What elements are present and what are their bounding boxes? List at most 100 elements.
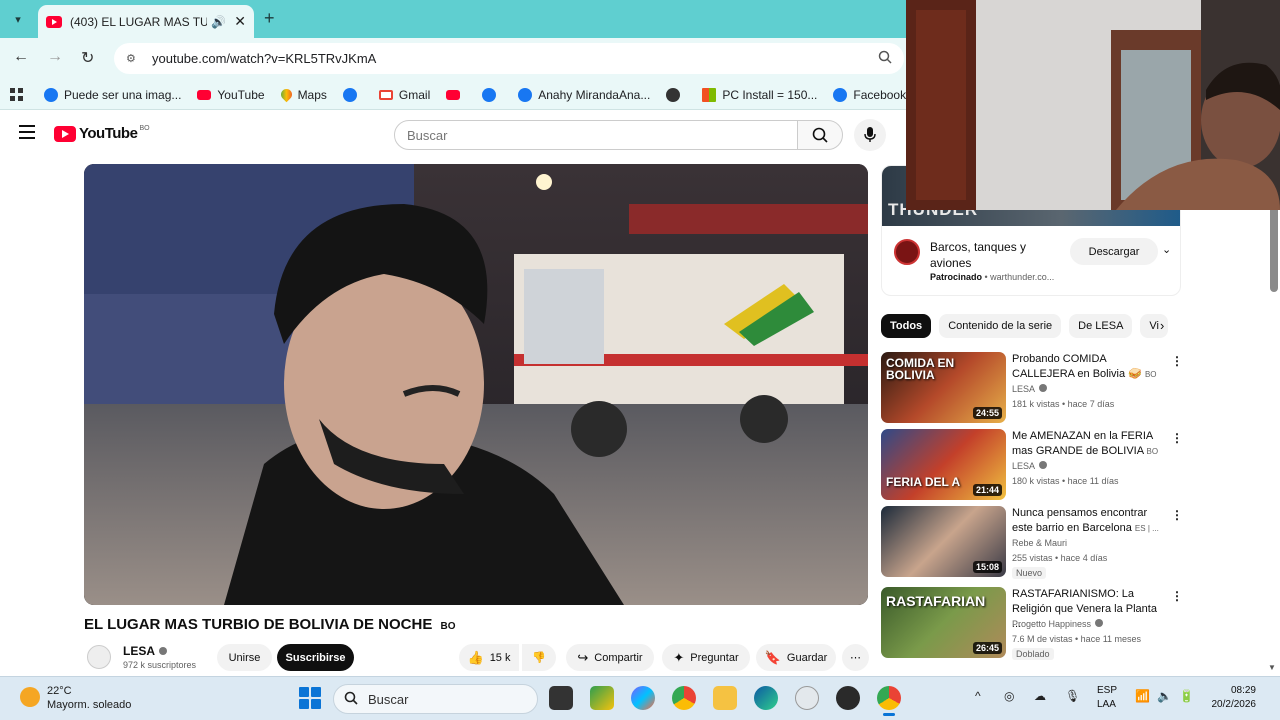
like-button[interactable]: 👍 15 k bbox=[459, 644, 519, 671]
obs-icon[interactable] bbox=[795, 686, 819, 710]
tab-search-button[interactable]: ▾ bbox=[6, 7, 30, 31]
video-thumbnail[interactable]: RASTAFARIAN 26:45 bbox=[881, 587, 1006, 658]
show-hidden-icons-chevron-icon[interactable]: ^ bbox=[975, 689, 981, 703]
ask-button[interactable]: ✦ Preguntar bbox=[662, 644, 750, 671]
more-actions-button[interactable]: ⋯ bbox=[842, 644, 869, 671]
filter-chip[interactable]: De LESA bbox=[1069, 314, 1133, 338]
task-view-icon[interactable] bbox=[549, 686, 573, 710]
recommended-title-text[interactable]: Nunca pensamos encontrar este barrio en … bbox=[1012, 507, 1147, 534]
bookmark-item[interactable]: Maps bbox=[278, 86, 327, 103]
channel-name[interactable]: LESA bbox=[123, 644, 168, 658]
more-vertical-icon[interactable]: ⋮ bbox=[1171, 589, 1183, 603]
bookmark-item[interactable] bbox=[446, 89, 466, 100]
address-bar[interactable]: ⚙ youtube.com/watch?v=KRL5TRvJKmA bbox=[114, 43, 904, 74]
edge-icon[interactable] bbox=[754, 686, 778, 710]
volume-icon[interactable]: 🔈 bbox=[1157, 689, 1172, 703]
chevron-right-icon[interactable]: › bbox=[1160, 318, 1164, 333]
recommended-channel-name[interactable]: LESA bbox=[1012, 461, 1035, 471]
wifi-icon[interactable]: 📶 bbox=[1135, 689, 1150, 703]
bookmark-item[interactable]: Anahy MirandaAna... bbox=[518, 87, 650, 102]
game-app-icon[interactable] bbox=[836, 686, 860, 710]
video-player[interactable] bbox=[84, 164, 868, 605]
bookmark-item[interactable]: PC Install = 150... bbox=[702, 87, 817, 102]
recommended-video-title[interactable]: Probando COMIDA CALLEJERA en Bolivia 🥪 B… bbox=[1012, 352, 1164, 382]
recommended-channel[interactable]: Rebe & Mauri bbox=[1012, 538, 1067, 548]
recommended-channel-name[interactable]: LESA bbox=[1012, 384, 1035, 394]
clock-date[interactable]: 20/2/2026 bbox=[1196, 699, 1257, 710]
recommended-channel[interactable]: LESA bbox=[1012, 384, 1048, 394]
weather-sun-icon[interactable] bbox=[20, 687, 40, 707]
reload-icon[interactable]: ↻ bbox=[81, 48, 94, 68]
scroll-down-arrow-icon[interactable]: ▼ bbox=[1268, 663, 1276, 672]
channel-name-text[interactable]: LESA bbox=[123, 644, 155, 658]
zoom-icon[interactable] bbox=[878, 50, 892, 67]
copilot-icon[interactable] bbox=[631, 686, 655, 710]
recommended-channel[interactable]: LESA bbox=[1012, 461, 1048, 471]
recommended-video-title[interactable]: Me AMENAZAN en la FERIA mas GRANDE de BO… bbox=[1012, 429, 1164, 459]
search-button[interactable] bbox=[797, 120, 843, 150]
recommended-channel[interactable]: Progetto Happiness bbox=[1012, 619, 1104, 629]
filter-chip[interactable]: Contenido de la serie bbox=[939, 314, 1062, 338]
weather-temperature[interactable]: 22°C bbox=[47, 685, 72, 697]
keyboard-layout[interactable]: LAA bbox=[1097, 699, 1116, 710]
recommended-channel-name[interactable]: Progetto Happiness bbox=[1012, 619, 1091, 629]
recommended-title-text[interactable]: Me AMENAZAN en la FERIA mas GRANDE de BO… bbox=[1012, 430, 1153, 457]
windows-start-icon[interactable] bbox=[299, 687, 321, 709]
recommended-video[interactable]: COMIDA EN BOLIVIA 24:55 Probando COMIDA CA… bbox=[881, 352, 1183, 424]
bookmark-item[interactable]: Puede ser una imag... bbox=[44, 87, 181, 102]
chrome-active-icon[interactable] bbox=[877, 686, 901, 716]
youtube-logo[interactable]: YouTube BO bbox=[54, 125, 150, 142]
back-arrow-icon[interactable]: ← bbox=[13, 48, 29, 66]
subscribe-button[interactable]: Suscribirse bbox=[277, 644, 354, 671]
bookmark-item[interactable]: YouTube bbox=[197, 88, 265, 102]
menu-icon[interactable] bbox=[19, 125, 35, 139]
url-text[interactable]: youtube.com/watch?v=KRL5TRvJKmA bbox=[152, 51, 878, 66]
site-info-icon[interactable]: ⚙ bbox=[126, 52, 146, 65]
filter-chip[interactable]: Todos bbox=[881, 314, 932, 338]
recommended-video[interactable]: 15:08 Nunca pensamos encontrar este barri… bbox=[881, 506, 1183, 579]
voice-search-button[interactable] bbox=[854, 119, 886, 151]
browser-tab[interactable]: (403) EL LUGAR MAS TURBI 🔊 ✕ bbox=[38, 5, 254, 38]
share-button[interactable]: ↪ Compartir bbox=[566, 644, 654, 671]
ad-download-button[interactable]: Descargar bbox=[1070, 238, 1158, 265]
bookmark-item[interactable] bbox=[342, 87, 363, 102]
file-explorer-icon[interactable] bbox=[713, 686, 737, 710]
battery-icon[interactable]: 🔋 bbox=[1179, 689, 1194, 703]
vpn-icon[interactable]: ◎ bbox=[1004, 689, 1014, 703]
input-language[interactable]: ESP bbox=[1097, 685, 1117, 696]
microphone-tray-icon[interactable]: 🎙 bbox=[1065, 689, 1080, 703]
scrollbar-thumb[interactable] bbox=[1270, 200, 1278, 292]
video-thumbnail[interactable]: 15:08 bbox=[881, 506, 1006, 577]
chevron-down-icon[interactable]: ⌄ bbox=[1162, 243, 1171, 256]
taskbar-search[interactable]: Buscar bbox=[333, 684, 538, 714]
channel-avatar[interactable] bbox=[87, 645, 111, 669]
bookmark-item[interactable]: Gmail bbox=[378, 88, 430, 102]
weather-description[interactable]: Mayorm. soleado bbox=[47, 699, 131, 711]
more-vertical-icon[interactable]: ⋮ bbox=[1171, 354, 1183, 368]
bookmark-item[interactable] bbox=[482, 87, 502, 102]
bookmark-item[interactable] bbox=[666, 87, 686, 102]
recommended-video[interactable]: FERIA DEL A 21:44 Me AMENAZAN en la FERIA … bbox=[881, 429, 1183, 501]
search-input[interactable]: Buscar bbox=[394, 120, 798, 150]
dislike-button[interactable]: 👎 bbox=[522, 644, 556, 671]
join-button[interactable]: Unirse bbox=[217, 644, 272, 671]
video-thumbnail[interactable]: COMIDA EN BOLIVIA 24:55 bbox=[881, 352, 1006, 423]
close-tab-icon[interactable]: ✕ bbox=[234, 13, 246, 30]
apps-grid-icon[interactable] bbox=[10, 87, 24, 102]
forward-arrow-icon[interactable]: → bbox=[47, 48, 63, 66]
speaker-icon[interactable]: 🔊 bbox=[211, 15, 226, 29]
video-thumbnail[interactable]: FERIA DEL A 21:44 bbox=[881, 429, 1006, 500]
recommended-channel-name[interactable]: Rebe & Mauri bbox=[1012, 538, 1067, 548]
store-app-icon[interactable] bbox=[590, 686, 614, 710]
new-tab-button[interactable]: + bbox=[264, 8, 275, 29]
cloud-icon[interactable]: ☁ bbox=[1034, 689, 1046, 703]
more-vertical-icon[interactable]: ⋮ bbox=[1171, 431, 1183, 445]
save-button[interactable]: 🔖 Guardar bbox=[756, 644, 836, 671]
more-vertical-icon[interactable]: ⋮ bbox=[1171, 508, 1183, 522]
chrome-icon[interactable] bbox=[672, 686, 696, 710]
recommended-video-title[interactable]: Nunca pensamos encontrar este barrio en … bbox=[1012, 506, 1164, 536]
bookmark-item[interactable]: Facebook bbox=[833, 87, 906, 102]
recommended-video[interactable]: RASTAFARIAN 26:45 RASTAFARIANISMO: La Reli… bbox=[881, 587, 1183, 660]
clock-time[interactable]: 08:29 bbox=[1206, 685, 1256, 696]
recommended-title-text[interactable]: Probando COMIDA CALLEJERA en Bolivia 🥪 bbox=[1012, 353, 1142, 380]
